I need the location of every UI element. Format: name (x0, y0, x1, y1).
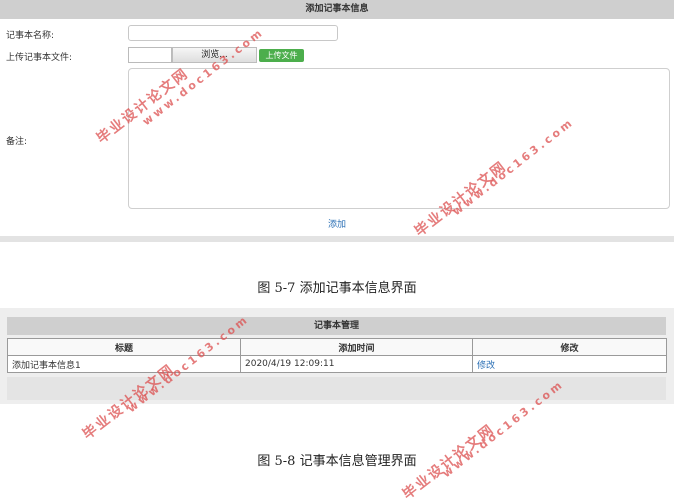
note-label: 备注: (6, 137, 28, 147)
form-footer-bar (0, 236, 674, 242)
edit-link[interactable]: 修改 (477, 361, 495, 371)
notebook-name-input[interactable] (128, 25, 338, 41)
figure-caption-1: 图 5-7 添加记事本信息界面 (257, 281, 417, 296)
row-time: 2020/4/19 12:09:11 (240, 355, 473, 373)
column-header-edit: 修改 (472, 338, 667, 356)
form-header: 添加记事本信息 (0, 0, 674, 19)
upload-file-button[interactable]: 上传文件 (259, 49, 304, 62)
file-path-input[interactable] (128, 47, 172, 63)
file-upload-label: 上传记事本文件: (6, 53, 73, 63)
note-textarea[interactable] (128, 68, 670, 209)
notebook-name-label: 记事本名称: (6, 31, 55, 41)
add-submit-link: 添加 (0, 217, 674, 230)
table-row: 添加记事本信息1 2020/4/19 12:09:11 修改 (7, 355, 667, 373)
figure-caption-2: 图 5-8 记事本信息管理界面 (257, 454, 417, 469)
add-link[interactable]: 添加 (328, 220, 346, 230)
row-edit-cell: 修改 (472, 355, 667, 373)
column-header-time: 添加时间 (240, 338, 473, 356)
manage-header: 记事本管理 (7, 317, 666, 335)
notebook-table: 标题 添加时间 修改 添加记事本信息1 2020/4/19 12:09:11 修… (7, 338, 667, 373)
table-header-row: 标题 添加时间 修改 (7, 338, 667, 356)
table-footer-bar (7, 377, 666, 400)
notebook-management-panel: 记事本管理 标题 添加时间 修改 添加记事本信息1 2020/4/19 12:0… (7, 317, 667, 400)
